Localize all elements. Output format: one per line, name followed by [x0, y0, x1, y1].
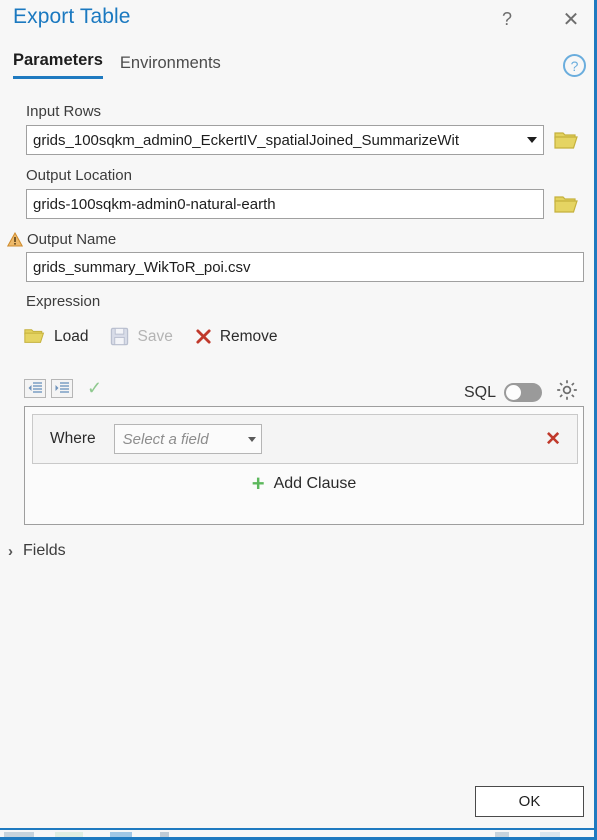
expression-clause-panel: Where Select a field ✕ + Add Clause — [24, 406, 584, 525]
tab-parameters[interactable]: Parameters — [13, 51, 103, 79]
remove-expression-button[interactable]: Remove — [195, 328, 278, 346]
help-icon[interactable]: ? — [563, 54, 586, 77]
save-expression-button[interactable]: Save — [110, 327, 173, 346]
expression-toolbar: Load Save Remove — [24, 327, 300, 346]
input-rows-value: grids_100sqkm_admin0_EckertIV_spatialJoi… — [33, 131, 460, 149]
field-select-dropdown[interactable]: Select a field — [113, 424, 262, 454]
where-label: Where — [50, 430, 96, 447]
chevron-down-icon — [247, 436, 256, 442]
load-expression-label: Load — [54, 327, 89, 345]
remove-expression-label: Remove — [219, 327, 278, 345]
close-icon[interactable]: ✕ — [557, 6, 585, 32]
clause-row: Where Select a field ✕ — [32, 414, 578, 464]
indent-icon[interactable] — [51, 379, 73, 398]
strip-fragment — [160, 832, 169, 837]
outdent-icon[interactable] — [24, 379, 46, 398]
input-rows-combobox[interactable]: grids_100sqkm_admin0_EckertIV_spatialJoi… — [26, 125, 544, 155]
add-clause-button[interactable]: + Add Clause — [25, 473, 583, 495]
expression-indent-toolbar: ✓ — [24, 378, 102, 399]
tab-environments[interactable]: Environments — [120, 54, 221, 79]
input-rows-browse-folder-icon[interactable] — [554, 130, 580, 152]
tab-bar: Parameters Environments — [13, 51, 221, 79]
load-expression-button[interactable]: Load — [24, 327, 88, 346]
strip-fragment — [110, 832, 132, 837]
titlebar-help-icon[interactable]: ? — [493, 6, 521, 32]
output-name-warning-triangle-icon — [6, 231, 24, 247]
folder-icon — [24, 327, 46, 346]
sql-label: SQL — [464, 383, 497, 401]
dialog-titlebar: Export Table ? ✕ — [0, 0, 594, 44]
save-expression-label: Save — [137, 327, 173, 345]
field-select-placeholder: Select a field — [122, 430, 209, 448]
export-table-dialog: Export Table ? ✕ Parameters Environments… — [0, 0, 597, 840]
add-clause-label: Add Clause — [273, 475, 357, 492]
fields-section-toggle[interactable]: › Fields — [8, 542, 66, 560]
output-location-label: Output Location — [26, 167, 132, 184]
ok-button[interactable]: OK — [475, 786, 584, 817]
fields-section-label: Fields — [23, 542, 66, 559]
delete-clause-icon[interactable]: ✕ — [545, 428, 561, 451]
plus-icon: + — [251, 471, 265, 496]
validate-check-icon[interactable]: ✓ — [87, 378, 102, 399]
chevron-down-icon[interactable] — [527, 137, 537, 143]
bottom-cut-strip — [0, 828, 594, 837]
strip-fragment — [55, 832, 83, 837]
sql-toggle-knob — [506, 385, 522, 400]
output-name-value: grids_summary_WikToR_poi.csv — [33, 258, 251, 276]
folder-icon — [554, 196, 578, 213]
chevron-right-icon: › — [8, 542, 13, 560]
strip-fragment — [540, 832, 560, 837]
strip-fragment — [495, 832, 509, 837]
save-disk-icon — [110, 327, 129, 346]
output-location-value: grids-100sqkm-admin0-natural-earth — [33, 195, 276, 213]
sql-toggle[interactable] — [504, 383, 543, 402]
gear-icon[interactable] — [555, 378, 579, 407]
input-rows-label: Input Rows — [26, 103, 102, 120]
output-location-browse-folder-icon[interactable] — [554, 194, 580, 216]
output-name-label: Output Name — [27, 231, 117, 248]
close-x-icon — [195, 328, 212, 345]
folder-icon — [554, 132, 578, 149]
output-location-input[interactable]: grids-100sqkm-admin0-natural-earth — [26, 189, 544, 219]
strip-fragment — [4, 832, 34, 837]
sql-toggle-group: SQL — [464, 378, 579, 407]
dialog-title: Export Table — [13, 5, 131, 28]
expression-label: Expression — [26, 293, 101, 310]
output-name-input[interactable]: grids_summary_WikToR_poi.csv — [26, 252, 584, 282]
